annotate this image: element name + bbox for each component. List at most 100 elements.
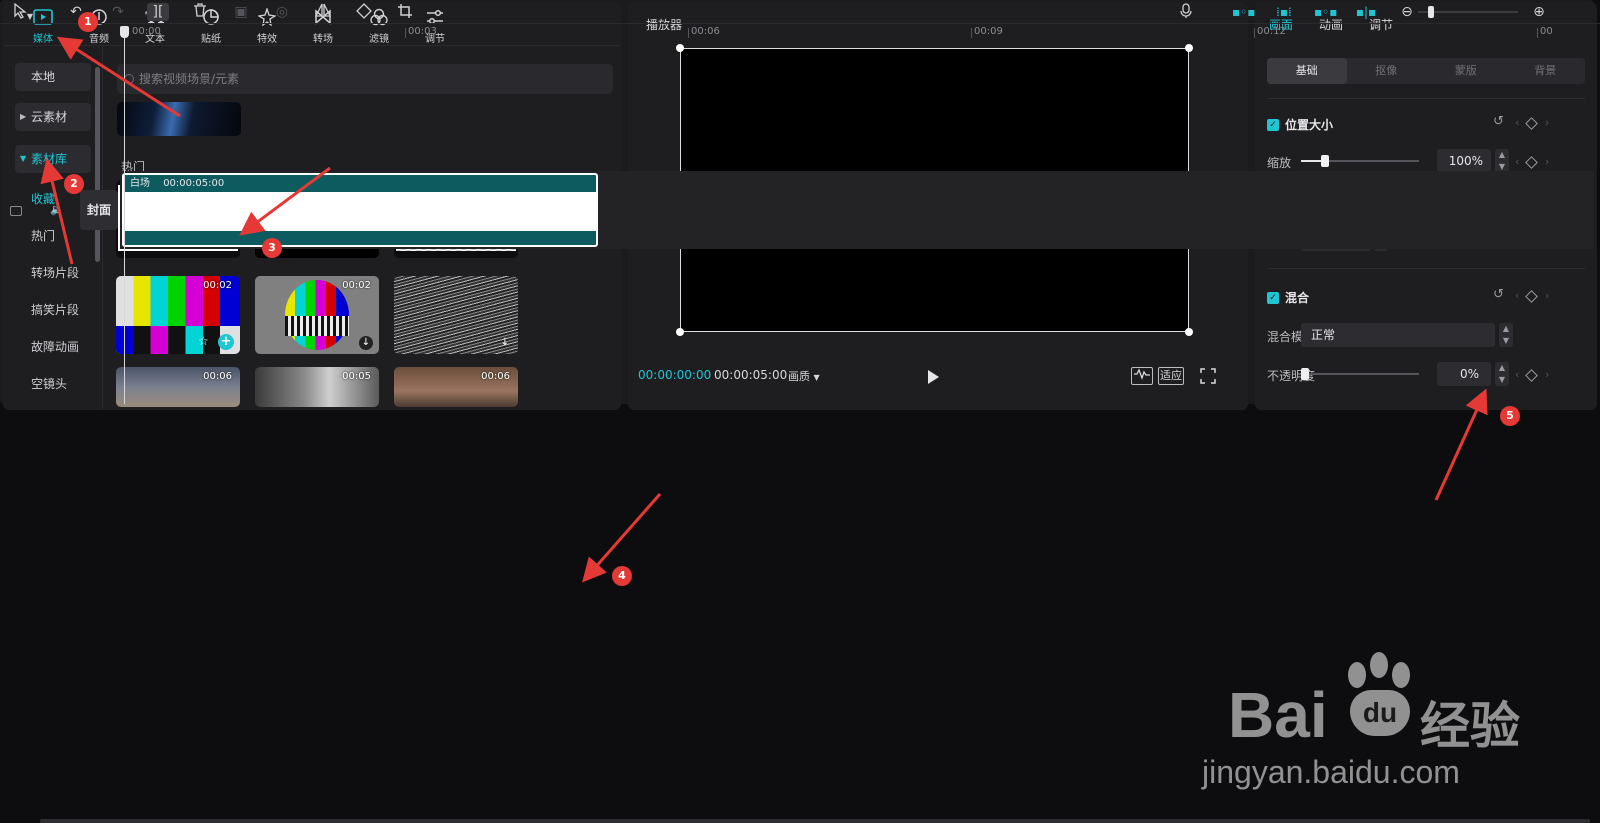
properties-subtabs: 基础 抠像 蒙版 背景 [1267,58,1585,84]
sidebar-sub-funny-clips[interactable]: 搞笑片段 [31,301,79,318]
sidebar-item-local[interactable]: 本地 [15,63,91,91]
resize-handle[interactable] [1185,44,1193,52]
media-thumb-landscape-1[interactable]: 00:06 [116,367,240,407]
scale-value-field[interactable]: 100% [1437,149,1491,173]
download-icon[interactable]: ↓ [359,336,373,350]
media-thumb-landscape-2[interactable]: 00:05 [255,367,379,407]
opacity-value-field[interactable]: 0% [1437,362,1491,386]
search-icon [124,74,134,84]
media-thumb-color-bars[interactable]: 00:02 ☆ + [116,276,240,354]
chevron-left-icon[interactable]: ‹ [1515,116,1519,129]
zoom-out-icon[interactable]: ⊖ [1398,3,1416,21]
resize-handle[interactable] [1185,328,1193,336]
timeline-clip[interactable]: 白场 00:00:05:00 [122,173,598,247]
subtab-basic[interactable]: 基础 [1267,58,1347,84]
timeline-scrollbar[interactable] [40,819,1590,823]
split-icon[interactable]: ][ [147,3,169,21]
resize-handle[interactable] [676,328,684,336]
keyframe-icon[interactable] [1525,156,1538,169]
chevron-left-icon[interactable]: ‹ [1515,368,1519,381]
blend-mode-select[interactable]: 正常 [1301,323,1495,347]
play-icon[interactable] [928,370,939,384]
position-size-section[interactable]: ✓ 位置大小 [1267,116,1333,133]
baidu-watermark: Bai du 经验 jingyan.baidu.com [1202,652,1528,792]
track-video-icon[interactable] [10,206,22,216]
watermark-brand-a: Bai [1228,679,1328,751]
opacity-slider[interactable] [1301,367,1419,381]
scale-slider[interactable] [1301,154,1419,168]
zoom-slider[interactable] [1418,6,1518,18]
blend-mode-stepper[interactable]: ▲ ▼ [1499,323,1513,347]
chevron-right-icon[interactable]: › [1545,368,1549,381]
slider-track [1301,373,1419,375]
sidebar-item-library[interactable]: ▼ 素材库 [15,145,91,173]
waveform-icon[interactable] [1131,367,1153,385]
keyframe-icon[interactable] [1525,369,1538,382]
slider-knob[interactable] [1301,368,1309,380]
zoom-in-icon[interactable]: ⊕ [1530,3,1548,21]
media-thumb-static-noise[interactable]: ↓ [394,276,518,354]
rotate-icon[interactable] [354,3,374,21]
sidebar-sub-hot[interactable]: 热门 [31,227,55,244]
search-input[interactable]: 搜索视频场景/元素 [117,64,613,94]
microphone-icon[interactable] [1176,3,1196,21]
linkage-icon[interactable]: ▪◦▪ [1314,3,1337,21]
blend-section[interactable]: ✓ 混合 [1267,289,1309,306]
crop-icon[interactable] [395,3,415,21]
checkbox-icon[interactable]: ✓ [1267,291,1279,304]
media-thumb-test-card[interactable]: 00:02 ↓ [255,276,379,354]
divider [1267,98,1585,99]
sidebar-sub-glitch[interactable]: 故障动画 [31,338,79,355]
keyframe-icon[interactable] [1525,117,1538,130]
star-icon[interactable]: ☆ [198,334,209,348]
keyframe-icon[interactable] [1525,290,1538,303]
chevron-right-icon[interactable]: › [1545,116,1549,129]
chevron-left-icon[interactable]: ‹ [1515,155,1519,168]
slider-knob[interactable] [1321,155,1329,167]
clip-header: 白场 00:00:05:00 [124,175,596,192]
slider-knob[interactable] [1428,6,1434,18]
checkbox-icon[interactable]: ✓ [1267,118,1279,131]
sidebar-item-cloud[interactable]: ▶ 云素材 [15,103,91,131]
auto-snap-icon[interactable]: ⁞▪⁞ [1273,3,1295,21]
media-thumb-landscape-3[interactable]: 00:06 [394,367,518,407]
sidebar-sub-empty-shots[interactable]: 空镜头 [31,375,67,392]
select-tool-icon[interactable]: ▼ [8,2,38,21]
subtab-cutout[interactable]: 抠像 [1347,58,1427,84]
mirror-icon[interactable] [313,3,333,21]
subtab-background[interactable]: 背景 [1506,58,1586,84]
fullscreen-icon[interactable] [1200,368,1216,387]
chevron-right-icon[interactable]: › [1545,155,1549,168]
subtab-mask[interactable]: 蒙版 [1426,58,1506,84]
sidebar-sub-transition-clips[interactable]: 转场片段 [31,264,79,281]
annotation-badge: 5 [1500,406,1520,426]
clip-footer [124,231,596,245]
current-time: 00:00:00:00 [638,368,712,382]
fit-button[interactable]: 适应 [1158,367,1184,385]
cover-button[interactable]: 封面 [80,190,118,230]
reset-icon[interactable]: ↺ [1493,114,1504,129]
timeline-ruler[interactable]: 00:00 00:03 00:06 00:09 00:12 00 [0,26,1600,40]
delete-icon[interactable] [190,3,210,21]
caret-right-icon: ▶ [20,112,27,121]
track-audio-icon[interactable]: 🔈 [50,203,64,216]
resize-handle[interactable] [676,44,684,52]
add-icon[interactable]: + [218,334,234,350]
quality-dropdown[interactable]: 画质 ▼ [788,368,820,384]
divider [1267,268,1585,269]
sidebar-scrollbar[interactable] [95,67,100,262]
total-time: 00:00:05:00 [714,368,788,382]
annotation-badge: 4 [612,566,632,586]
playhead-handle[interactable] [120,26,129,38]
link-main-track-icon[interactable]: ▪◦▪ [1232,3,1255,21]
opacity-stepper[interactable]: ▲ ▼ [1495,362,1509,386]
chevron-right-icon[interactable]: › [1545,289,1549,302]
scale-stepper[interactable]: ▲ ▼ [1495,149,1509,173]
chevron-left-icon[interactable]: ‹ [1515,289,1519,302]
media-thumb-space[interactable] [117,102,241,136]
playhead[interactable] [124,27,125,404]
download-icon[interactable]: ↓ [498,336,512,350]
reset-icon[interactable]: ↺ [1493,287,1504,302]
caret-down-icon: ▼ [20,154,27,163]
preview-axis-icon[interactable]: ▪|▪ [1355,3,1377,21]
